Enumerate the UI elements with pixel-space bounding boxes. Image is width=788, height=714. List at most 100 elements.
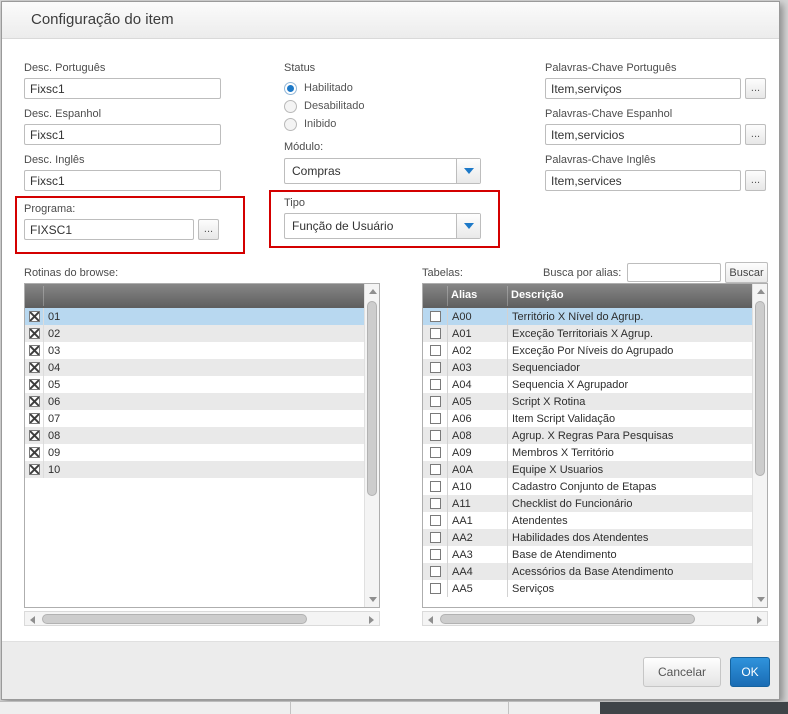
scroll-up-button[interactable]	[753, 284, 768, 299]
checkbox-icon[interactable]	[429, 481, 441, 492]
tabela-row[interactable]: A03 Sequenciador	[423, 359, 752, 376]
tabela-row[interactable]: A01 Exceção Territoriais X Agrup.	[423, 325, 752, 342]
programa-input[interactable]	[24, 219, 194, 240]
rotina-row[interactable]: 08	[25, 427, 364, 444]
scroll-right-button[interactable]	[364, 612, 379, 627]
checkbox-icon[interactable]	[429, 498, 441, 509]
checkbox-icon[interactable]	[429, 430, 441, 441]
tabela-row[interactable]: A0A Equipe X Usuarios	[423, 461, 752, 478]
checkbox-icon[interactable]	[429, 515, 441, 526]
checkbox-icon[interactable]	[429, 566, 441, 577]
palavras-espanhol-input[interactable]	[545, 124, 741, 145]
tabela-row[interactable]: A00 Território X Nível do Agrup.	[423, 308, 752, 325]
palavras-ingles-input[interactable]	[545, 170, 741, 191]
checked-checkbox-icon[interactable]	[28, 447, 40, 458]
tabela-row[interactable]: A08 Agrup. X Regras Para Pesquisas	[423, 427, 752, 444]
checkbox-icon[interactable]	[429, 549, 441, 560]
checked-checkbox-icon[interactable]	[28, 413, 40, 424]
palavras-ingles-browse-button[interactable]: ...	[745, 170, 766, 191]
scroll-thumb[interactable]	[755, 301, 765, 476]
tabela-row[interactable]: AA2 Habilidades dos Atendentes	[423, 529, 752, 546]
palavras-espanhol-browse-button[interactable]: ...	[745, 124, 766, 145]
radio-icon[interactable]	[284, 99, 297, 113]
tabela-row[interactable]: A11 Checklist do Funcionário	[423, 495, 752, 512]
rotina-row[interactable]: 04	[25, 359, 364, 376]
checkbox-icon[interactable]	[429, 464, 441, 475]
scroll-left-button[interactable]	[25, 612, 40, 627]
arrow-left-icon	[30, 615, 35, 624]
busca-alias-input[interactable]	[627, 263, 721, 282]
programa-browse-button[interactable]: ...	[198, 219, 219, 240]
checkbox-icon[interactable]	[429, 311, 441, 322]
rotinas-horizontal-scrollbar[interactable]	[24, 611, 380, 626]
checkbox-icon[interactable]	[429, 396, 441, 407]
rotina-row[interactable]: 05	[25, 376, 364, 393]
checkbox-icon[interactable]	[429, 345, 441, 356]
palavras-portugues-browse-button[interactable]: ...	[745, 78, 766, 99]
checked-checkbox-icon[interactable]	[28, 362, 40, 373]
rotina-row[interactable]: 01	[25, 308, 364, 325]
scroll-down-button[interactable]	[753, 592, 768, 607]
tabela-descricao: Acessórios da Base Atendimento	[507, 563, 752, 580]
scroll-thumb[interactable]	[42, 614, 307, 624]
scroll-right-button[interactable]	[752, 612, 767, 627]
desc-ingles-input[interactable]	[24, 170, 221, 191]
tabela-row[interactable]: A05 Script X Rotina	[423, 393, 752, 410]
ok-button[interactable]: OK	[730, 657, 770, 687]
tipo-dropdown[interactable]: Função de Usuário	[284, 213, 481, 239]
status-option-0[interactable]: Habilitado	[284, 79, 365, 97]
tabela-row[interactable]: AA4 Acessórios da Base Atendimento	[423, 563, 752, 580]
tabelas-horizontal-scrollbar[interactable]	[422, 611, 768, 626]
dropdown-button[interactable]	[456, 214, 480, 238]
rotina-row[interactable]: 03	[25, 342, 364, 359]
tabela-row[interactable]: AA5 Serviços	[423, 580, 752, 597]
checkbox-icon[interactable]	[429, 362, 441, 373]
checked-checkbox-icon[interactable]	[28, 464, 40, 475]
desc-portugues-input[interactable]	[24, 78, 221, 99]
dropdown-button[interactable]	[456, 159, 480, 183]
tabela-row[interactable]: AA1 Atendentes	[423, 512, 752, 529]
checkbox-icon[interactable]	[429, 379, 441, 390]
checkbox-icon[interactable]	[429, 532, 441, 543]
checkbox-icon[interactable]	[429, 447, 441, 458]
tabelas-vertical-scrollbar[interactable]	[752, 284, 767, 607]
tabela-row[interactable]: AA3 Base de Atendimento	[423, 546, 752, 563]
desc-espanhol-input[interactable]	[24, 124, 221, 145]
scroll-thumb[interactable]	[367, 301, 377, 496]
tabela-row[interactable]: A06 Item Script Validação	[423, 410, 752, 427]
scroll-thumb[interactable]	[440, 614, 695, 624]
checked-checkbox-icon[interactable]	[28, 311, 40, 322]
rotina-row[interactable]: 10	[25, 461, 364, 478]
buscar-button[interactable]: Buscar	[725, 262, 768, 283]
rotinas-vertical-scrollbar[interactable]	[364, 284, 379, 607]
radio-selected-icon[interactable]	[284, 81, 297, 95]
dialog-configuracao-item: Configuração do item Desc. Português Des…	[1, 1, 780, 700]
checked-checkbox-icon[interactable]	[28, 396, 40, 407]
scroll-down-button[interactable]	[365, 592, 380, 607]
rotina-row[interactable]: 02	[25, 325, 364, 342]
checkbox-icon[interactable]	[429, 583, 441, 594]
scroll-up-button[interactable]	[365, 284, 380, 299]
status-option-2[interactable]: Inibido	[284, 115, 365, 133]
rotina-code: 07	[43, 410, 364, 427]
tabela-row[interactable]: A02 Exceção Por Níveis do Agrupado	[423, 342, 752, 359]
row-checkbox-cell	[25, 359, 43, 376]
checkbox-icon[interactable]	[429, 413, 441, 424]
status-option-1[interactable]: Desabilitado	[284, 97, 365, 115]
rotina-row[interactable]: 07	[25, 410, 364, 427]
modulo-dropdown[interactable]: Compras	[284, 158, 481, 184]
tabela-row[interactable]: A09 Membros X Território	[423, 444, 752, 461]
tabela-row[interactable]: A04 Sequencia X Agrupador	[423, 376, 752, 393]
rotina-row[interactable]: 09	[25, 444, 364, 461]
cancel-button[interactable]: Cancelar	[643, 657, 721, 687]
checked-checkbox-icon[interactable]	[28, 430, 40, 441]
palavras-portugues-input[interactable]	[545, 78, 741, 99]
tabela-row[interactable]: A10 Cadastro Conjunto de Etapas	[423, 478, 752, 495]
checked-checkbox-icon[interactable]	[28, 345, 40, 356]
checked-checkbox-icon[interactable]	[28, 328, 40, 339]
checkbox-icon[interactable]	[429, 328, 441, 339]
scroll-left-button[interactable]	[423, 612, 438, 627]
checked-checkbox-icon[interactable]	[28, 379, 40, 390]
radio-icon[interactable]	[284, 117, 297, 131]
rotina-row[interactable]: 06	[25, 393, 364, 410]
